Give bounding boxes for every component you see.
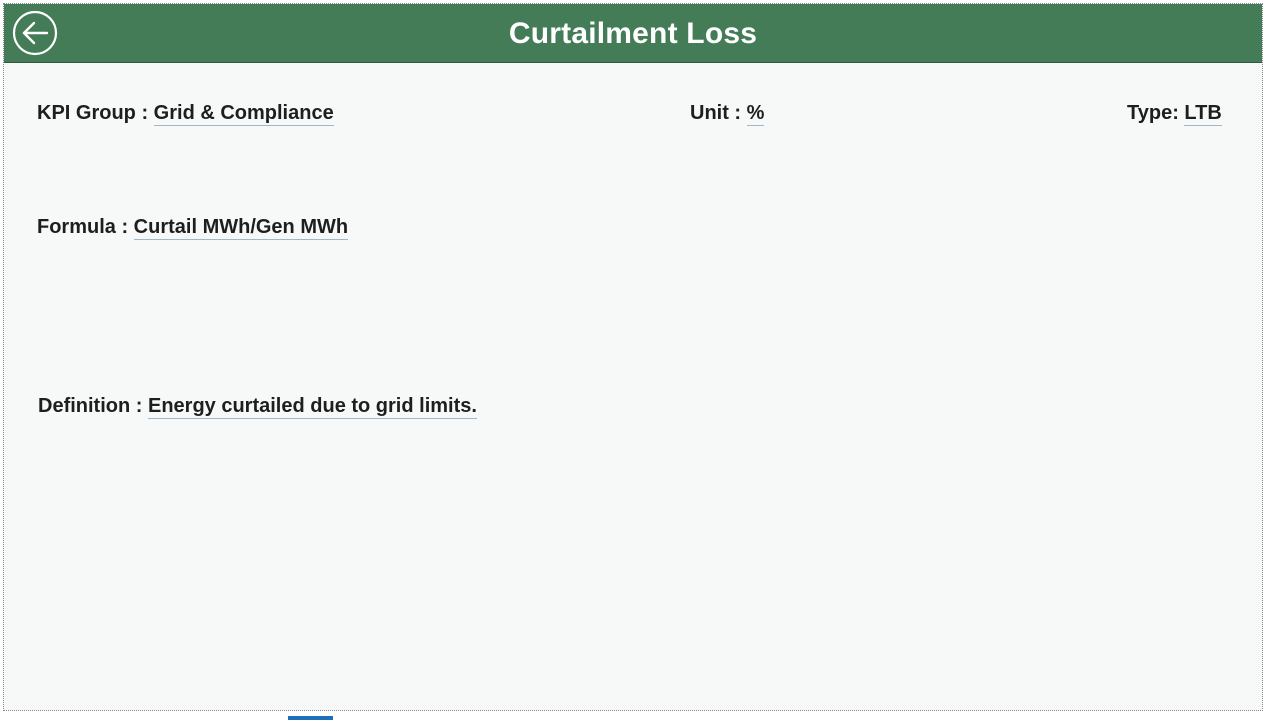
formula-field: Formula : Curtail MWh/Gen MWh [37, 216, 349, 240]
definition-label: Definition : [38, 395, 148, 417]
kpi-group-field: KPI Group : Grid & Compliance [37, 102, 334, 126]
definition-value: Energy curtailed due to grid limits. [147, 395, 477, 419]
type-field: Type: LTB [1127, 102, 1222, 126]
type-value: LTB [1184, 102, 1222, 126]
unit-value: % [746, 102, 765, 126]
sheet-tab-indicator[interactable] [288, 716, 333, 720]
page-title: Curtailment Loss [508, 17, 758, 50]
kpi-group-label: KPI Group : [37, 102, 154, 124]
header-bar: Curtailment Loss [4, 4, 1262, 63]
definition-field: Definition : Energy curtailed due to gri… [38, 395, 477, 419]
bottom-strip [0, 712, 1268, 720]
type-label: Type: [1127, 102, 1185, 124]
unit-field: Unit : % [690, 102, 765, 126]
kpi-detail-card: Curtailment Loss KPI Group : Grid & Comp… [3, 3, 1263, 711]
formula-label: Formula : [37, 216, 134, 238]
formula-value: Curtail MWh/Gen MWh [133, 216, 349, 240]
kpi-group-value: Grid & Compliance [153, 102, 334, 126]
unit-label: Unit : [690, 102, 747, 124]
